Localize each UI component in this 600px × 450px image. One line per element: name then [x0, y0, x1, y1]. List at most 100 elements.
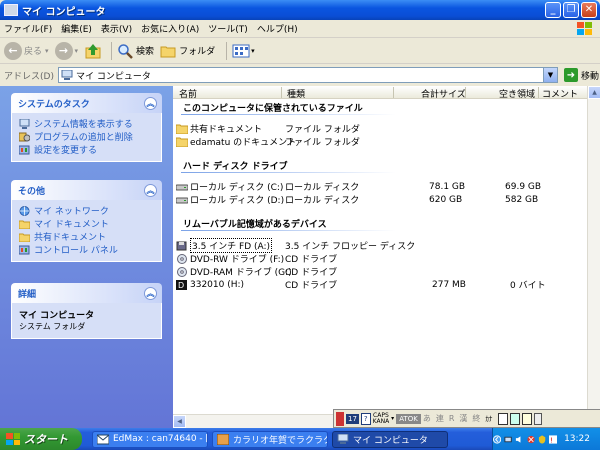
app-tray-icon[interactable]: !	[548, 434, 558, 444]
network-tray-icon[interactable]	[504, 435, 512, 444]
forward-button[interactable]: → ▾	[54, 41, 79, 60]
volume-icon[interactable]	[515, 435, 523, 444]
address-input[interactable]: マイ コンピュータ ▼	[57, 67, 558, 83]
file-list-view[interactable]: 名前 種類 合計サイズ 空き領域 コメント このコンピュータに保管されているファ…	[173, 86, 587, 414]
menu-bar: ファイル(F) 編集(E) 表示(V) お気に入り(A) ツール(T) ヘルプ(…	[0, 20, 600, 38]
menu-favorites[interactable]: お気に入り(A)	[141, 22, 199, 35]
ime-grip-icon[interactable]	[336, 411, 344, 426]
ime-dictionary-icon[interactable]	[510, 412, 521, 425]
address-value: マイ コンピュータ	[75, 71, 151, 82]
menu-view[interactable]: 表示(V)	[101, 22, 132, 35]
task-add-remove-programs[interactable]: プログラムの追加と削除	[19, 130, 155, 143]
list-item[interactable]: DVD-RW ドライブ (F:) CD ドライブ	[176, 252, 584, 265]
list-item[interactable]: ローカル ディスク (C:) ローカル ディスク 78.1 GB 69.9 GB	[176, 180, 584, 193]
column-type[interactable]: 種類	[287, 87, 305, 100]
toolbar-separator	[111, 41, 113, 60]
windows-logo-icon	[6, 433, 20, 445]
forward-dropdown-icon[interactable]: ▾	[75, 47, 79, 55]
taskbar-item-edmax[interactable]: EdMax : can74640 - [...	[92, 430, 208, 448]
ime-atok-label[interactable]: ATOK	[396, 413, 421, 424]
views-button[interactable]: ▾	[232, 44, 255, 58]
show-hidden-icons-icon[interactable]	[493, 434, 502, 444]
column-free-space[interactable]: 空き領域	[499, 87, 535, 100]
toolbar: ← 戻る ▾ → ▾ 検索 フォルダ ▾	[0, 38, 600, 64]
up-folder-icon[interactable]	[84, 42, 102, 60]
group-title: ハード ディスク ドライブ	[183, 162, 288, 172]
control-panel-icon	[19, 145, 30, 154]
collapse-chevron-icon[interactable]: ︽	[144, 96, 157, 110]
ime-caps-kana: CAPS KANA	[372, 411, 390, 425]
list-item[interactable]: D 332010 (H:) CD ドライブ 277 MB 0 バイト	[176, 278, 584, 291]
cd-drive-icon	[177, 266, 187, 277]
group-title: リムーバブル記憶域があるデバイス	[183, 220, 327, 230]
clock[interactable]: 13:22	[564, 434, 590, 444]
search-button[interactable]: 検索	[117, 43, 154, 59]
go-button[interactable]: ➜ 移動	[563, 68, 599, 82]
place-control-panel[interactable]: コントロール パネル	[19, 243, 155, 256]
title-bar[interactable]: マイ コンピュータ _ ❐ ✕	[0, 0, 600, 20]
column-name[interactable]: 名前	[179, 87, 197, 100]
minimize-button[interactable]: _	[545, 2, 561, 18]
menu-help[interactable]: ヘルプ(H)	[257, 22, 298, 35]
printer-app-icon	[217, 433, 229, 445]
ime-mode-kanji[interactable]: 漢	[459, 413, 467, 424]
list-item[interactable]: ローカル ディスク (D:) ローカル ディスク 620 GB 582 GB	[176, 193, 584, 206]
list-item[interactable]: 共有ドキュメント ファイル フォルダ	[176, 122, 584, 135]
list-item[interactable]: edamatu のドキュメント ファイル フォルダ	[176, 135, 584, 148]
cd-media-icon: D	[176, 279, 187, 290]
ime-arrow-icon[interactable]: ▾	[391, 415, 394, 422]
vertical-scrollbar[interactable]: ▲	[587, 86, 600, 414]
security-alert-icon[interactable]	[527, 435, 535, 444]
place-my-documents[interactable]: マイ ドキュメント	[19, 217, 155, 230]
ime-help-icon[interactable]: ?	[360, 412, 371, 425]
scroll-up-button[interactable]: ▲	[588, 86, 600, 99]
start-button[interactable]: スタート	[0, 428, 82, 450]
back-button[interactable]: ← 戻る ▾	[4, 41, 49, 60]
place-my-network[interactable]: マイ ネットワーク	[19, 204, 155, 217]
views-icon	[232, 44, 250, 57]
collapse-chevron-icon[interactable]: ︽	[144, 286, 157, 300]
ime-property-icon[interactable]	[522, 412, 533, 425]
my-computer-icon	[337, 433, 349, 444]
ime-mode-hiragana[interactable]: あ	[423, 413, 431, 424]
ime-mode-ren[interactable]: 連	[436, 413, 444, 424]
taskbar-item-colorio[interactable]: カラリオ年賀でラクラク...	[212, 430, 328, 448]
toolbar-separator	[226, 41, 228, 60]
folders-button[interactable]: フォルダ	[160, 44, 215, 58]
column-total-size[interactable]: 合計サイズ	[421, 87, 466, 100]
address-dropdown-icon[interactable]: ▼	[542, 68, 557, 82]
maximize-button[interactable]: ❐	[563, 2, 579, 18]
ime-mode-end[interactable]: 終	[472, 413, 480, 424]
group-divider	[181, 114, 396, 115]
ime-input-icon[interactable]: 17	[346, 413, 359, 424]
task-view-system-info[interactable]: システム情報を表示する	[19, 117, 155, 130]
menu-tools[interactable]: ツール(T)	[208, 22, 248, 35]
ime-page-icon[interactable]	[498, 412, 509, 425]
programs-icon	[19, 132, 30, 141]
ime-kana-label[interactable]: ｶﾅ	[485, 414, 492, 424]
other-places-header[interactable]: その他 ︽	[11, 180, 162, 200]
task-pane: システムのタスク ︽ システム情報を表示する プログラムの追加と削除 設定を変更…	[0, 86, 173, 428]
menu-edit[interactable]: 編集(E)	[61, 22, 92, 35]
column-comment[interactable]: コメント	[542, 87, 578, 100]
scroll-left-button[interactable]: ◀	[173, 415, 186, 428]
address-label: アドレス(D)	[4, 71, 54, 82]
forward-arrow-icon: →	[54, 41, 73, 60]
place-shared-documents[interactable]: 共有ドキュメント	[19, 230, 155, 243]
details-header[interactable]: 詳細 ︽	[11, 283, 162, 303]
column-divider	[465, 87, 466, 98]
ime-mode-r[interactable]: R	[449, 414, 455, 423]
ime-minimize-icon[interactable]	[534, 412, 543, 425]
system-info-icon	[19, 118, 30, 129]
antivirus-icon[interactable]	[538, 434, 546, 444]
collapse-chevron-icon[interactable]: ︽	[144, 183, 157, 197]
taskbar-item-my-computer[interactable]: マイ コンピュータ	[332, 430, 448, 448]
back-dropdown-icon[interactable]: ▾	[45, 47, 49, 55]
close-button[interactable]: ✕	[581, 2, 597, 18]
task-change-settings[interactable]: 設定を変更する	[19, 143, 155, 156]
system-tasks-header[interactable]: システムのタスク ︽	[11, 93, 162, 113]
list-item[interactable]: DVD-RAM ドライブ (G:) CD ドライブ	[176, 265, 584, 278]
my-computer-icon	[61, 70, 73, 80]
menu-file[interactable]: ファイル(F)	[4, 22, 52, 35]
list-item[interactable]: 3.5 インチ FD (A:) 3.5 インチ フロッピー ディスク	[176, 238, 584, 253]
